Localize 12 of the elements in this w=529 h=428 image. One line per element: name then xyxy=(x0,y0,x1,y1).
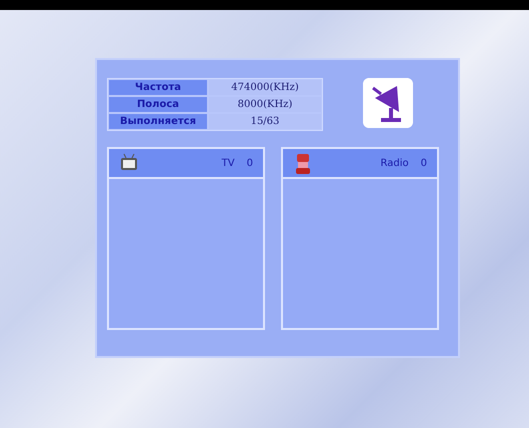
channel-count: 0 xyxy=(246,158,253,168)
info-label: Выполняется xyxy=(109,114,207,129)
info-label: Полоса xyxy=(109,97,207,112)
satellite-dish-icon xyxy=(363,78,413,128)
info-value: 8000(KHz) xyxy=(209,97,321,112)
tv-icon xyxy=(119,153,139,173)
list-title: Radio xyxy=(380,158,409,168)
list-title: TV xyxy=(222,158,235,168)
info-value: 474000(KHz) xyxy=(209,80,321,95)
info-value: 15/63 xyxy=(209,114,321,129)
channel-count: 0 xyxy=(420,158,427,168)
info-label: Частота xyxy=(109,80,207,95)
